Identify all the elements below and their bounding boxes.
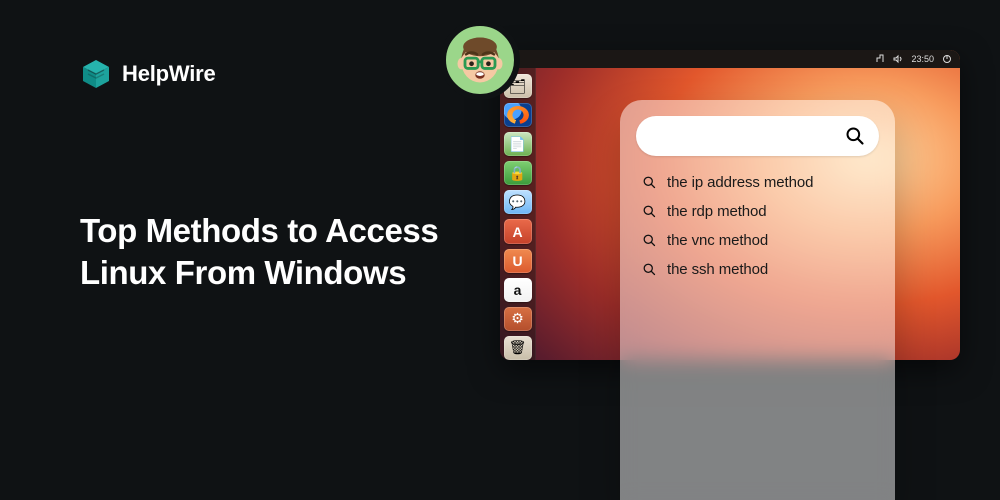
launcher-firefox-icon[interactable] — [504, 103, 532, 127]
avatar — [440, 20, 520, 100]
brand-logo: HelpWire — [80, 58, 216, 90]
search-icon — [845, 126, 865, 146]
page-title: Top Methods to Access Linux From Windows — [80, 210, 460, 294]
search-suggestion[interactable]: the ip address method — [642, 174, 879, 191]
suggestion-label: the ssh method — [667, 261, 768, 278]
launcher-chat-icon[interactable]: 💬 — [504, 190, 532, 214]
search-panel: the ip address method the rdp method the… — [620, 100, 895, 500]
ubuntu-top-bar: 23:50 — [500, 50, 960, 68]
search-suggestion[interactable]: the rdp method — [642, 203, 879, 220]
power-icon — [942, 54, 952, 64]
launcher-trash-icon[interactable]: 🗑 — [504, 336, 532, 360]
launcher-settings-icon[interactable]: ⚙ — [504, 307, 532, 331]
launcher-ubuntu-one-icon[interactable]: U — [504, 249, 532, 273]
suggestion-label: the ip address method — [667, 174, 813, 191]
search-suggestion[interactable]: the ssh method — [642, 261, 879, 278]
clock: 23:50 — [911, 54, 934, 64]
network-icon — [875, 54, 885, 64]
avatar-memoji-icon — [450, 30, 510, 90]
search-suggestions: the ip address method the rdp method the… — [636, 174, 879, 278]
search-input[interactable] — [636, 116, 879, 156]
launcher-lock-icon[interactable]: 🔒 — [504, 161, 532, 185]
search-icon — [642, 175, 657, 190]
unity-launcher: 🗂 📄 🔒 💬 A U a ⚙ 🗑 — [500, 68, 536, 360]
search-icon — [642, 204, 657, 219]
search-icon — [642, 233, 657, 248]
brand-logo-mark — [80, 58, 112, 90]
launcher-fonts-icon[interactable]: A — [504, 219, 532, 243]
brand-name: HelpWire — [122, 61, 216, 87]
launcher-amazon-icon[interactable]: a — [504, 278, 532, 302]
suggestion-label: the vnc method — [667, 232, 768, 249]
search-icon — [642, 262, 657, 277]
launcher-libreoffice-icon[interactable]: 📄 — [504, 132, 532, 156]
suggestion-label: the rdp method — [667, 203, 767, 220]
search-suggestion[interactable]: the vnc method — [642, 232, 879, 249]
sound-icon — [893, 54, 903, 64]
